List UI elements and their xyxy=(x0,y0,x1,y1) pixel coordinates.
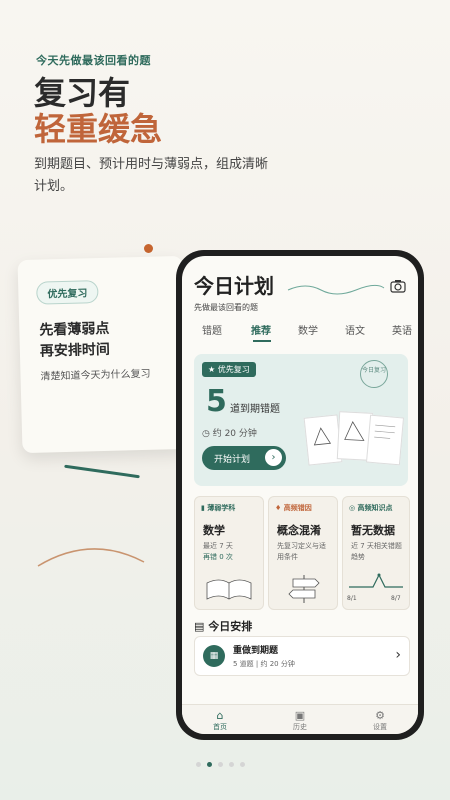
page-title: 今日计划 xyxy=(194,274,274,298)
phone-frame: 今日计划 先做最该回看的题 错题 推荐 数学 语文 英语 ★ 优先复习 今日复习… xyxy=(176,250,424,740)
history-icon: ▣ xyxy=(294,709,306,722)
tab-math[interactable]: 数学 xyxy=(298,322,318,337)
calendar-icon: ▤ xyxy=(194,620,209,633)
weak-subject-period: 最近 7 天 xyxy=(203,542,233,550)
frequent-topic-desc1: 近 7 天相关错题 xyxy=(351,542,402,550)
nav-history[interactable]: ▣ 历史 xyxy=(280,709,320,732)
worksheet-illustration-3 xyxy=(365,414,405,466)
subject-tabs: 错题 推荐 数学 语文 英语 xyxy=(182,322,418,344)
frequent-cause-name: 概念混淆 xyxy=(277,524,321,537)
trend-start-label: 8/1 xyxy=(347,595,357,602)
priority-review-card[interactable]: ★ 优先复习 今日复习 5 道到期错题 ◷ 约 20 分钟 开始计划 › xyxy=(194,354,408,486)
frequent-topic-tag: ◎ 高频知识点 xyxy=(349,504,393,512)
page-dot[interactable] xyxy=(218,762,223,767)
decorative-arc xyxy=(37,548,145,567)
trend-sparkline xyxy=(347,569,405,595)
frequent-cause-hint1: 先复习定义与适 xyxy=(277,542,326,550)
weak-subject-errors: 再错 0 次 xyxy=(203,553,233,561)
carousel-pagination xyxy=(196,752,251,771)
estimated-time: ◷ 约 20 分钟 xyxy=(202,429,257,439)
active-tab-indicator xyxy=(253,340,271,342)
schedule-item[interactable]: ▦ 重做到期题 5 道题 | 约 20 分钟 › xyxy=(194,636,410,676)
bottom-nav: ⌂ 首页 ▣ 历史 ⚙ 设置 xyxy=(182,704,418,734)
star-icon: ★ xyxy=(208,365,218,374)
gear-icon: ⚙ xyxy=(375,709,385,722)
start-plan-label: 开始计划 xyxy=(214,455,251,465)
nav-home[interactable]: ⌂ 首页 xyxy=(200,709,240,732)
trend-end-label: 8/7 xyxy=(391,595,401,602)
due-count: 5 xyxy=(206,384,227,419)
weak-subject-card[interactable]: ▮ 薄弱学科 数学 最近 7 天 再错 0 次 xyxy=(194,496,264,610)
headline-line2: 轻重缓急 xyxy=(34,110,163,148)
target-icon: ◎ xyxy=(349,504,358,512)
page-dot[interactable] xyxy=(240,762,245,767)
start-plan-button[interactable]: 开始计划 › xyxy=(202,446,286,470)
chevron-right-icon: › xyxy=(395,647,401,663)
camera-icon[interactable] xyxy=(390,278,406,293)
schedule-item-subtitle: 5 道题 | 约 20 分钟 xyxy=(233,660,295,668)
page-dot[interactable] xyxy=(229,762,234,767)
decorative-dot xyxy=(144,244,153,253)
feature-subtitle: 清楚知道今天为什么复习 xyxy=(40,368,151,383)
book-illustration xyxy=(205,575,253,607)
frequent-topic-desc2: 趋势 xyxy=(351,553,365,561)
tab-english[interactable]: 英语 xyxy=(392,322,412,337)
page-dot-active[interactable] xyxy=(207,762,212,767)
feature-title-line2: 再安排时间 xyxy=(39,341,111,360)
priority-pill: 优先复习 xyxy=(36,280,99,305)
page-dot[interactable] xyxy=(196,762,201,767)
schedule-title: ▤ 今日安排 xyxy=(194,620,253,633)
eyebrow-text: 今天先做最该回看的题 xyxy=(36,54,151,67)
signpost-illustration xyxy=(287,571,321,609)
frequent-topic-card[interactable]: ◎ 高频知识点 暂无数据 近 7 天相关错题 趋势 8/1 8/7 xyxy=(342,496,410,610)
home-icon: ⌂ xyxy=(216,709,224,722)
arrow-right-icon: › xyxy=(265,449,282,466)
tab-cuoti[interactable]: 错题 xyxy=(202,322,222,337)
decorative-line xyxy=(64,464,140,479)
headline-line1: 复习有 xyxy=(34,74,131,112)
description: 到期题目、预计用时与薄弱点，组成清晰计划。 xyxy=(34,157,269,194)
feature-title-line1: 先看薄弱点 xyxy=(39,320,110,339)
lightbulb-icon: ♦ xyxy=(275,504,284,512)
stamp-icon: 今日复习 xyxy=(360,360,388,388)
priority-badge: ★ 优先复习 xyxy=(202,362,256,377)
clock-icon: ◷ xyxy=(202,429,213,439)
frequent-cause-hint2: 用条件 xyxy=(277,553,298,561)
frequent-cause-card[interactable]: ♦ 高频错因 概念混淆 先复习定义与适 用条件 xyxy=(268,496,338,610)
page-subtitle: 先做最该回看的题 xyxy=(194,303,258,312)
priority-feature-card: 优先复习 先看薄弱点 再安排时间 清楚知道今天为什么复习 xyxy=(17,255,188,454)
weak-subject-tag: ▮ 薄弱学科 xyxy=(201,504,236,512)
schedule-item-title: 重做到期题 xyxy=(233,646,279,656)
calendar-task-icon: ▦ xyxy=(203,645,225,667)
squiggle-decoration xyxy=(287,284,385,295)
nav-settings[interactable]: ⚙ 设置 xyxy=(360,709,400,732)
frequent-cause-tag: ♦ 高频错因 xyxy=(275,504,312,512)
tab-chinese[interactable]: 语文 xyxy=(345,322,365,337)
tab-recommended[interactable]: 推荐 xyxy=(251,322,271,337)
due-count-label: 道到期错题 xyxy=(230,404,280,415)
frequent-topic-status: 暂无数据 xyxy=(351,524,395,537)
app-screen: 今日计划 先做最该回看的题 错题 推荐 数学 语文 英语 ★ 优先复习 今日复习… xyxy=(182,256,418,734)
weak-subject-name: 数学 xyxy=(203,524,225,537)
